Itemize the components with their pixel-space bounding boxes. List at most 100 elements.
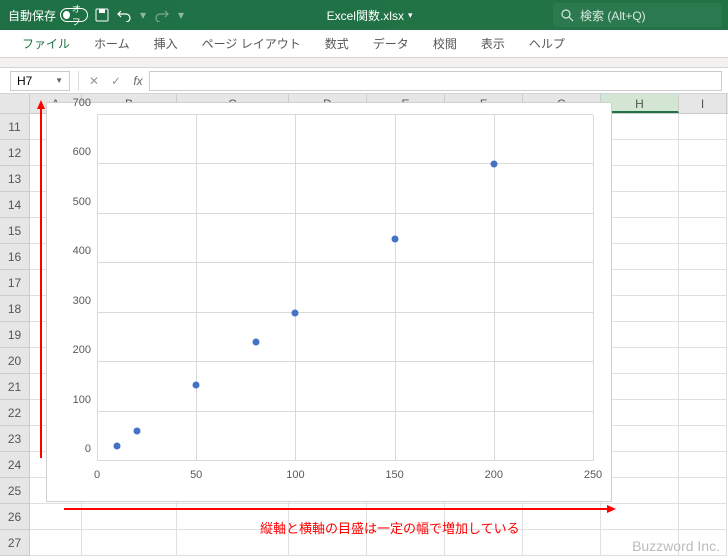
tab-view[interactable]: 表示: [469, 30, 517, 58]
cell[interactable]: [523, 530, 601, 556]
row-header[interactable]: 27: [0, 530, 30, 556]
cell[interactable]: [679, 192, 727, 218]
cell[interactable]: [679, 296, 727, 322]
cell[interactable]: [601, 322, 679, 348]
cell[interactable]: [601, 166, 679, 192]
cell[interactable]: [679, 322, 727, 348]
cancel-icon[interactable]: ✕: [83, 74, 105, 88]
row-header[interactable]: 18: [0, 296, 30, 322]
tab-file[interactable]: ファイル: [10, 30, 82, 58]
y-tick: 100: [63, 394, 91, 406]
cell[interactable]: [679, 166, 727, 192]
row-header[interactable]: 12: [0, 140, 30, 166]
cell[interactable]: [679, 374, 727, 400]
row-header[interactable]: 25: [0, 478, 30, 504]
tab-home[interactable]: ホーム: [82, 30, 142, 58]
cell[interactable]: [601, 140, 679, 166]
cell[interactable]: [601, 114, 679, 140]
data-point[interactable]: [113, 443, 120, 450]
cell[interactable]: [679, 114, 727, 140]
x-tick: 50: [190, 469, 202, 481]
undo-icon[interactable]: [116, 7, 132, 23]
row-header[interactable]: 13: [0, 166, 30, 192]
formula-bar: H7 ▼ ✕ ✓ fx: [0, 68, 728, 94]
cell[interactable]: [601, 244, 679, 270]
chart-plot-area: 0100200300400500600700050100150200250: [97, 115, 593, 461]
autosave-toggle[interactable]: 自動保存 オフ: [8, 7, 88, 24]
chart[interactable]: 0100200300400500600700050100150200250: [46, 102, 612, 502]
column-header-H[interactable]: H: [601, 94, 679, 113]
cell[interactable]: [601, 478, 679, 504]
save-icon[interactable]: [94, 7, 110, 23]
row-header[interactable]: 15: [0, 218, 30, 244]
tab-data[interactable]: データ: [361, 30, 421, 58]
namebox-value: H7: [17, 74, 32, 88]
row-header[interactable]: 16: [0, 244, 30, 270]
cell[interactable]: [601, 374, 679, 400]
ribbon-body: [0, 58, 728, 68]
tab-pagelayout[interactable]: ページ レイアウト: [190, 30, 313, 58]
cell[interactable]: [679, 478, 727, 504]
dropdown-icon[interactable]: ▾: [408, 10, 413, 21]
row-header[interactable]: 22: [0, 400, 30, 426]
cell[interactable]: [679, 218, 727, 244]
cell[interactable]: [601, 348, 679, 374]
chevron-down-icon[interactable]: ▼: [55, 76, 63, 85]
cell[interactable]: [679, 504, 727, 530]
tab-insert[interactable]: 挿入: [142, 30, 190, 58]
cell[interactable]: [679, 348, 727, 374]
toggle-switch[interactable]: オフ: [60, 8, 88, 22]
cell[interactable]: [601, 192, 679, 218]
cell[interactable]: [601, 218, 679, 244]
fx-icon[interactable]: fx: [127, 74, 149, 88]
y-tick: 700: [63, 97, 91, 109]
cell[interactable]: [679, 244, 727, 270]
title-bar: 自動保存 オフ ▾ ▾ Excel関数.xlsx ▾ 検索 (Alt+Q): [0, 0, 728, 30]
y-tick: 300: [63, 295, 91, 307]
row-header[interactable]: 14: [0, 192, 30, 218]
search-input[interactable]: 検索 (Alt+Q): [553, 3, 722, 27]
data-point[interactable]: [133, 428, 140, 435]
cell[interactable]: [601, 400, 679, 426]
cell[interactable]: [679, 140, 727, 166]
vertical-axis-arrow: [40, 108, 42, 458]
row-header[interactable]: 17: [0, 270, 30, 296]
row-header[interactable]: 20: [0, 348, 30, 374]
formula-input[interactable]: [149, 71, 722, 91]
search-placeholder: 検索 (Alt+Q): [580, 7, 646, 24]
x-tick: 250: [584, 469, 602, 481]
cell[interactable]: [601, 452, 679, 478]
column-header-I[interactable]: I: [679, 94, 727, 113]
y-tick: 0: [63, 443, 91, 455]
tab-help[interactable]: ヘルプ: [517, 30, 577, 58]
cell[interactable]: [30, 530, 82, 556]
row-header[interactable]: 23: [0, 426, 30, 452]
data-point[interactable]: [490, 161, 497, 168]
row-header[interactable]: 24: [0, 452, 30, 478]
x-tick: 150: [385, 469, 403, 481]
cell[interactable]: [601, 426, 679, 452]
enter-icon[interactable]: ✓: [105, 74, 127, 88]
y-tick: 400: [63, 245, 91, 257]
cell[interactable]: [679, 270, 727, 296]
row-header[interactable]: 11: [0, 114, 30, 140]
data-point[interactable]: [391, 235, 398, 242]
cell[interactable]: [601, 296, 679, 322]
annotation-text: 縦軸と横軸の目盛は一定の幅で増加している: [260, 518, 520, 537]
row-header[interactable]: 21: [0, 374, 30, 400]
cell[interactable]: [601, 270, 679, 296]
name-box[interactable]: H7 ▼: [10, 71, 70, 91]
cell[interactable]: [679, 426, 727, 452]
row-header[interactable]: 19: [0, 322, 30, 348]
tab-review[interactable]: 校閲: [421, 30, 469, 58]
cell[interactable]: [82, 530, 177, 556]
data-point[interactable]: [292, 309, 299, 316]
row-header[interactable]: 26: [0, 504, 30, 530]
select-all-corner[interactable]: [0, 94, 30, 113]
cell[interactable]: [679, 400, 727, 426]
spreadsheet-grid[interactable]: ABCDEFGHI 111213141516171819202122232425…: [0, 94, 728, 556]
tab-formulas[interactable]: 数式: [313, 30, 361, 58]
cell[interactable]: [679, 452, 727, 478]
data-point[interactable]: [193, 382, 200, 389]
data-point[interactable]: [252, 339, 259, 346]
